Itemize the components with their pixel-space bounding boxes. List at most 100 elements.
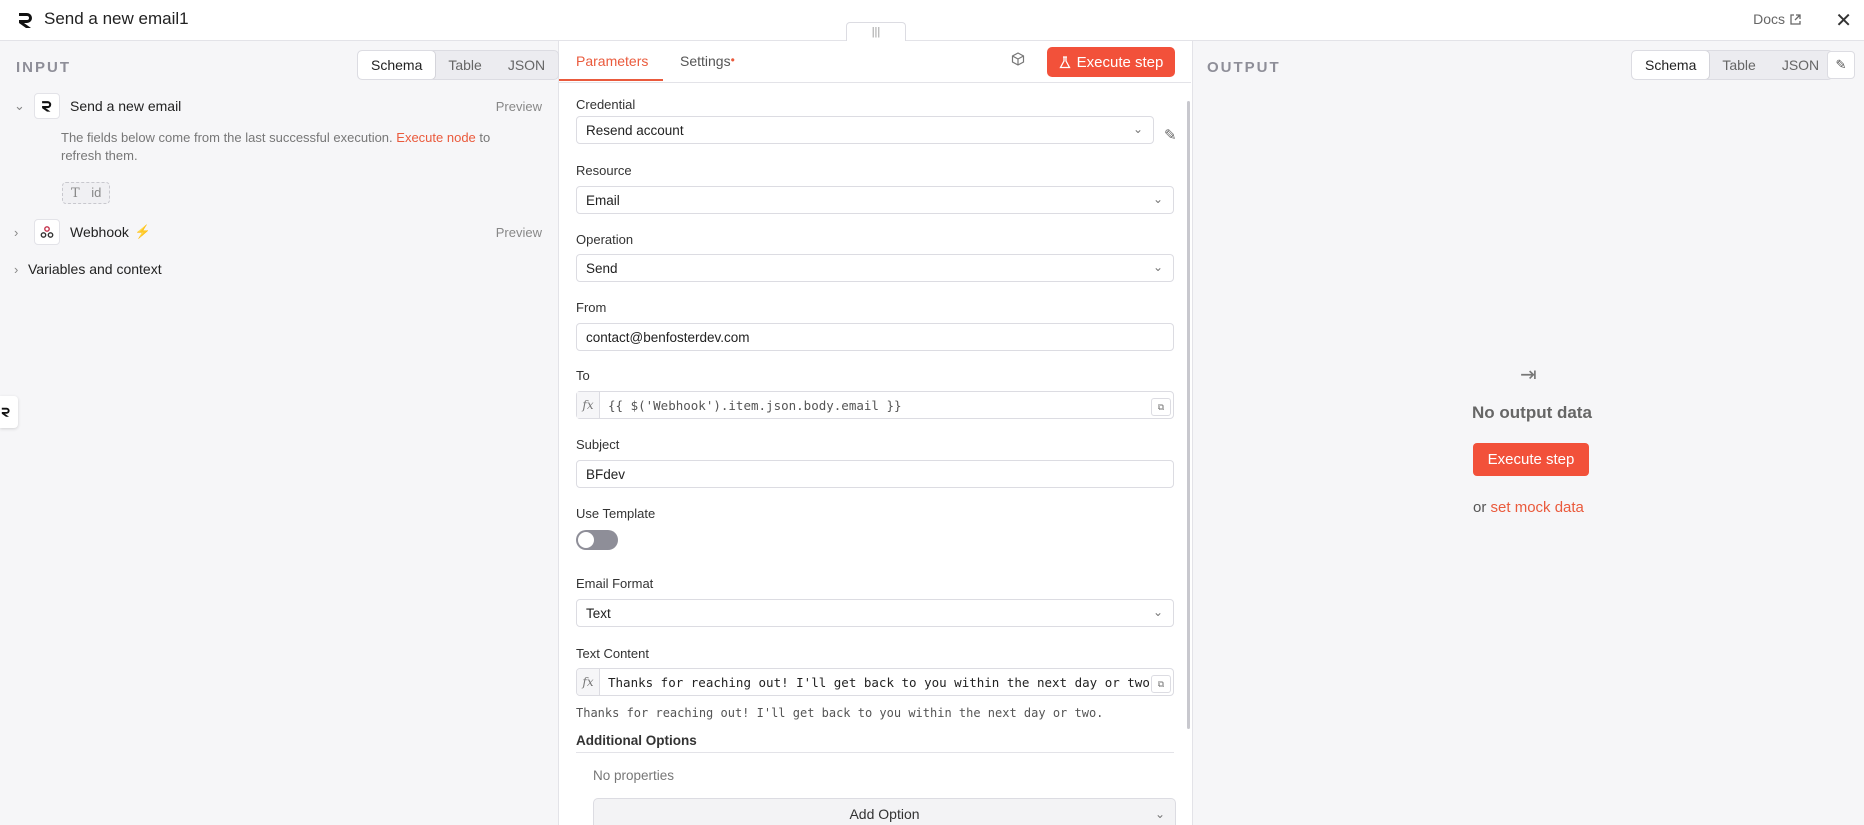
- chevron-right-icon: ›: [14, 261, 19, 277]
- resend-logo-icon: [34, 93, 60, 119]
- execution-hint: The fields below come from the last succ…: [61, 129, 531, 165]
- bolt-icon: ⚡: [134, 224, 152, 239]
- settings-label: Settings: [680, 53, 731, 69]
- text-content-preview: Thanks for reaching out! I'll get back t…: [576, 706, 1104, 720]
- from-input[interactable]: contact@benfosterdev.com: [576, 323, 1174, 351]
- tab-parameters[interactable]: Parameters: [576, 53, 648, 69]
- to-value: {{ $('Webhook').item.json.body.email }}: [608, 398, 902, 413]
- external-link-icon: [1790, 13, 1801, 25]
- output-execute-step-button[interactable]: Execute step: [1473, 443, 1589, 476]
- subject-value: BFdev: [586, 467, 626, 482]
- output-panel: OUTPUT Schema Table JSON ✎: [1192, 41, 1864, 825]
- node-title[interactable]: Send a new email1: [44, 9, 189, 29]
- chevron-down-icon: ⌄: [1154, 807, 1165, 821]
- input-view-switcher: Schema Table JSON: [357, 50, 560, 80]
- text-type-icon: T: [71, 186, 80, 201]
- use-template-label: Use Template: [576, 506, 656, 521]
- variables-label: Variables and context: [28, 261, 162, 277]
- no-output-title: No output data: [1472, 403, 1592, 422]
- from-value: contact@benfosterdev.com: [586, 330, 750, 345]
- no-properties-text: No properties: [593, 768, 675, 783]
- chevron-down-icon: ⌄: [14, 98, 25, 113]
- mock-data-line: or set mock data: [1473, 499, 1584, 516]
- input-panel: INPUT Schema Table JSON ⌄ Send a new ema…: [0, 41, 560, 825]
- execute-step-button[interactable]: Execute step: [1047, 47, 1175, 77]
- subject-label: Subject: [576, 437, 620, 452]
- text-content-value: Thanks for reaching out! I'll get back t…: [608, 675, 1158, 690]
- schema-field-id[interactable]: T id: [62, 182, 111, 204]
- pencil-icon[interactable]: ✎: [1164, 126, 1177, 144]
- text-content-label: Text Content: [576, 646, 649, 661]
- fx-icon: fx: [577, 669, 600, 695]
- close-icon[interactable]: ✕: [1835, 8, 1852, 33]
- canvas-node-peek: [0, 396, 18, 428]
- tab-settings[interactable]: Settings•: [680, 53, 735, 69]
- divider: [576, 752, 1174, 753]
- or-text: or: [1473, 499, 1487, 516]
- docs-link[interactable]: Docs: [1753, 11, 1802, 27]
- chevron-down-icon: ⌄: [1152, 192, 1163, 206]
- text-content-expression-input[interactable]: fx Thanks for reaching out! I'll get bac…: [576, 668, 1174, 696]
- execute-step-label: Execute step: [1076, 53, 1164, 71]
- subject-input[interactable]: BFdev: [576, 460, 1174, 488]
- fx-icon: fx: [577, 392, 600, 418]
- output-tab-json[interactable]: JSON: [1769, 51, 1832, 79]
- to-expression-input[interactable]: fx {{ $('Webhook').item.json.body.email …: [576, 391, 1174, 419]
- to-label: To: [576, 368, 590, 383]
- email-format-select[interactable]: Text ⌄: [576, 599, 1174, 627]
- input-node-send-email[interactable]: ⌄ Send a new email Preview: [14, 93, 550, 119]
- docs-label: Docs: [1753, 11, 1785, 27]
- input-heading: INPUT: [16, 59, 71, 76]
- parameters-panel: Parameters Settings• Execute step Creden…: [559, 41, 1191, 825]
- node-label: Send a new email: [70, 98, 182, 114]
- variables-and-context[interactable]: › Variables and context: [14, 261, 162, 277]
- execute-node-link[interactable]: Execute node: [396, 130, 476, 145]
- preview-link[interactable]: Preview: [496, 225, 542, 240]
- output-tab-table[interactable]: Table: [1709, 51, 1768, 79]
- resource-label: Resource: [576, 163, 632, 178]
- operation-select[interactable]: Send ⌄: [576, 254, 1174, 282]
- chevron-down-icon: ⌄: [1132, 122, 1143, 136]
- cube-icon[interactable]: [1011, 52, 1025, 66]
- active-tab-underline: [559, 79, 663, 81]
- email-format-label: Email Format: [576, 576, 654, 591]
- node-modal: Send a new email1 Docs ✕ ||| INPUT Schem…: [0, 0, 1864, 825]
- expand-icon[interactable]: ⧉: [1151, 675, 1171, 693]
- set-mock-data-link[interactable]: set mock data: [1491, 499, 1584, 516]
- credential-value: Resend account: [586, 123, 684, 138]
- add-option-button[interactable]: Add Option ⌄: [593, 798, 1176, 825]
- additional-options-heading: Additional Options: [576, 733, 697, 748]
- expand-icon[interactable]: ⧉: [1151, 398, 1171, 416]
- add-option-label: Add Option: [849, 806, 920, 822]
- flask-icon: [1059, 55, 1071, 68]
- input-tab-json[interactable]: JSON: [495, 51, 558, 79]
- preview-link[interactable]: Preview: [496, 99, 542, 114]
- node-label: Webhook: [70, 224, 129, 240]
- chevron-down-icon: ⌄: [1152, 605, 1163, 619]
- resource-select[interactable]: Email ⌄: [576, 186, 1174, 214]
- toggle-knob: [578, 532, 594, 548]
- webhook-icon: [34, 219, 60, 245]
- input-tab-schema[interactable]: Schema: [358, 51, 436, 79]
- resend-logo-icon: [19, 13, 32, 28]
- output-heading: OUTPUT: [1207, 59, 1281, 76]
- scrollbar[interactable]: [1187, 101, 1190, 729]
- chevron-down-icon: ⌄: [1152, 260, 1163, 274]
- unsaved-dot-icon: •: [730, 53, 735, 67]
- output-view-switcher: Schema Table JSON: [1631, 50, 1834, 80]
- use-template-toggle[interactable]: [576, 530, 618, 550]
- field-name: id: [91, 185, 102, 200]
- output-tab-schema[interactable]: Schema: [1632, 51, 1710, 79]
- resource-value: Email: [586, 193, 620, 208]
- pencil-icon[interactable]: ✎: [1827, 51, 1855, 79]
- top-bar: Send a new email1 Docs ✕: [0, 0, 1864, 41]
- params-tab-bar: Parameters Settings• Execute step: [559, 41, 1191, 83]
- operation-label: Operation: [576, 232, 634, 247]
- credential-select[interactable]: Resend account ⌄: [576, 116, 1154, 144]
- input-tab-table[interactable]: Table: [435, 51, 494, 79]
- hint-text: The fields below come from the last succ…: [61, 130, 393, 145]
- drag-handle[interactable]: |||: [846, 22, 906, 41]
- from-label: From: [576, 300, 607, 315]
- resend-logo-icon: [1, 407, 10, 417]
- input-node-webhook[interactable]: › Webhook ⚡ Preview: [14, 219, 550, 245]
